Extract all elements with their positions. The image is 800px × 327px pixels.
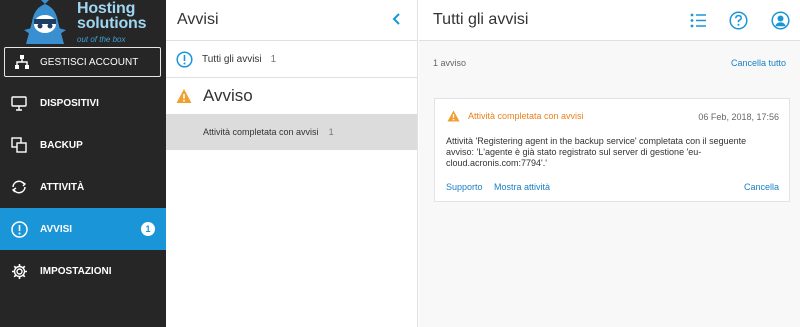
help-button[interactable]: [729, 11, 748, 30]
mascot-logo-icon: [24, 0, 66, 44]
alert-title-text: Attività completata con avvisi: [468, 111, 584, 121]
sidebar-item-settings[interactable]: IMPOSTAZIONI: [0, 250, 166, 292]
sidebar: Hosting solutions out of the box GESTISC…: [0, 0, 166, 327]
warning-triangle-icon: [176, 89, 192, 103]
alerts-count-badge: 1: [141, 222, 155, 236]
alert-card-title: Attività completata con avvisi: [447, 110, 584, 122]
alerts-summary-row: 1 avviso Cancella tutto: [419, 41, 800, 86]
clear-all-link[interactable]: Cancella tutto: [731, 58, 786, 68]
filter-item-count: 1: [328, 127, 334, 137]
warning-group-header: Avviso: [166, 78, 417, 114]
list-view-button[interactable]: [689, 11, 708, 30]
alert-message: Attività 'Registering agent in the backu…: [446, 136, 776, 169]
filter-item-completed-with-warnings[interactable]: Attività completata con avvisi 1: [166, 114, 417, 150]
alert-message-line: cloud.acronis.com:7794'.': [446, 158, 547, 168]
list-icon: [690, 13, 706, 28]
alerts-content-panel: Tutti gli avvisi 1 avviso Cancella tutto: [419, 0, 800, 327]
warning-triangle-icon: [447, 110, 460, 122]
show-activity-link[interactable]: Mostra attività: [494, 182, 550, 192]
user-account-button[interactable]: [771, 11, 790, 30]
alert-circle-icon: [10, 220, 28, 238]
sidebar-item-label: IMPOSTAZIONI: [40, 265, 112, 277]
alert-message-line: Attività 'Registering agent in the backu…: [446, 136, 747, 146]
alerts-filter-panel: Avvisi Tutti gli avvisi 1 Avviso Attivit…: [166, 0, 418, 327]
warning-group-title: Avviso: [203, 86, 253, 105]
monitor-icon: [10, 94, 28, 112]
brand-logo[interactable]: Hosting solutions out of the box: [0, 0, 166, 44]
alert-timestamp: 06 Feb, 2018, 17:56: [698, 112, 779, 122]
alert-message-line: avviso: 'L'agente è già stato registrato…: [446, 147, 702, 157]
brand-name-line1: Hosting: [77, 0, 136, 17]
cancel-alert-link[interactable]: Cancella: [744, 182, 779, 192]
manage-account-label: GESTISCI ACCOUNT: [40, 56, 139, 68]
filter-all-count: 1: [270, 53, 277, 65]
user-icon: [771, 11, 790, 30]
sidebar-item-label: ATTIVITÀ: [40, 181, 85, 193]
sidebar-item-backup[interactable]: BACKUP: [0, 124, 166, 166]
backup-icon: [10, 136, 28, 154]
support-link[interactable]: Supporto: [446, 182, 483, 192]
sidebar-item-alerts[interactable]: AVVISI 1: [0, 208, 166, 250]
filter-item-label: Attività completata con avvisi: [203, 127, 319, 137]
filter-all-alerts[interactable]: Tutti gli avvisi 1: [166, 41, 417, 78]
filter-panel-header: Avvisi: [166, 0, 417, 41]
content-title: Tutti gli avvisi: [433, 11, 529, 28]
filter-all-label: Tutti gli avvisi: [202, 53, 262, 65]
sidebar-item-devices[interactable]: DISPOSITIVI: [0, 82, 166, 124]
alert-card: Attività completata con avvisi 06 Feb, 2…: [434, 98, 790, 202]
gear-icon: [10, 262, 28, 280]
collapse-panel-button[interactable]: [390, 12, 404, 28]
alerts-count-text: 1 avviso: [433, 58, 467, 68]
sidebar-item-activities[interactable]: ATTIVITÀ: [0, 166, 166, 208]
brand-name-line2: solutions: [77, 15, 147, 32]
org-hierarchy-icon: [15, 55, 29, 69]
activity-icon: [10, 178, 28, 196]
panel-title: Avvisi: [177, 11, 219, 28]
help-icon: [729, 11, 748, 30]
chevron-left-icon: [392, 13, 400, 25]
sidebar-item-label: AVVISI: [40, 223, 73, 235]
sidebar-item-label: BACKUP: [40, 139, 83, 151]
manage-account-button[interactable]: GESTISCI ACCOUNT: [4, 47, 161, 77]
sidebar-item-label: DISPOSITIVI: [40, 97, 99, 109]
brand-tagline: out of the box: [77, 35, 126, 44]
content-header: Tutti gli avvisi: [419, 0, 800, 41]
info-circle-icon: [176, 50, 193, 68]
